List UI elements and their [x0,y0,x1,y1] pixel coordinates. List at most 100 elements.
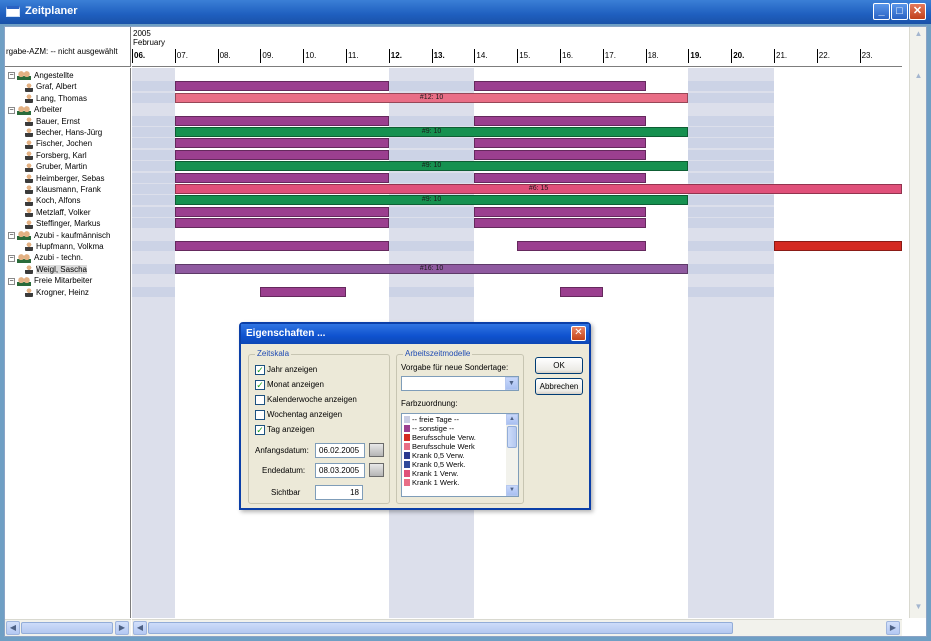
bar-label: #9: 10 [421,128,442,135]
schedule-bar[interactable] [474,218,646,229]
collapse-icon[interactable]: − [8,72,15,80]
weekend-cell [388,149,432,160]
schedule-bar[interactable] [560,286,603,297]
schedule-bar[interactable] [474,81,646,92]
tree-person-item[interactable]: Klausmann, Frank [25,184,101,195]
color-list-item[interactable]: -- sonstige -- [404,425,454,433]
scroll-down-icon[interactable]: ▼ [912,602,925,615]
tree-horizontal-scrollbar[interactable]: ◀ ▶ [5,619,131,636]
tree-person-item[interactable]: Forsberg, Karl [25,150,87,161]
ok-button[interactable]: OK [535,357,583,374]
color-list-item[interactable]: Berufsschule Werk [404,443,475,451]
tree-person-item[interactable]: Metzlaff, Volker [25,207,91,218]
list-scroll-thumb[interactable] [507,426,517,448]
tree-group-item[interactable]: − Azubi - kaufmännisch [8,230,110,241]
tree-person-item[interactable]: Lang, Thomas [25,93,87,104]
schedule-bar[interactable] [174,172,389,183]
weekend-cell [731,115,774,126]
schedule-bar[interactable] [174,115,389,126]
cancel-button[interactable]: Abbrechen [535,378,583,395]
color-list-item[interactable]: Berufsschule Verw. [404,434,476,442]
vertical-scrollbar[interactable]: ▲ ▲ ▼ [909,27,926,618]
grid-scroll-left-icon[interactable]: ◀ [133,621,147,635]
schedule-bar[interactable] [474,115,646,126]
grid-scroll-right-icon[interactable]: ▶ [886,621,900,635]
tree-person-item[interactable]: Fischer, Jochen [25,138,92,149]
jahr-checkbox[interactable]: ✓ Jahr anzeigen [255,365,317,375]
tree-item-label: Becher, Hans-Jürg [36,128,103,137]
kalenderwoche-checkbox[interactable]: Kalenderwoche anzeigen [255,395,357,405]
color-list-item[interactable]: -- freie Tage -- [404,416,459,424]
scroll-thumb[interactable] [21,622,113,634]
monat-checkbox[interactable]: ✓ Monat anzeigen [255,380,324,390]
tree-person-item[interactable]: Heimberger, Sebas [25,173,104,184]
close-button[interactable]: ✕ [909,3,926,20]
day-label: 19. [690,51,702,60]
schedule-bar[interactable] [474,206,646,217]
chevron-down-icon[interactable]: ▼ [505,377,518,390]
day-label: 09. [262,51,274,60]
tree-person-item[interactable]: Hupfmann, Volkma [25,241,104,252]
employee-tree[interactable]: − Angestellte Graf, Albert Lang, Thomas − Arb… [5,68,131,618]
scroll-up-icon[interactable]: ▲ [912,29,925,42]
list-scrollbar[interactable]: ▲ ▼ [506,414,518,496]
collapse-icon[interactable]: − [8,231,15,239]
tree-person-item[interactable]: Weigl, Sascha [25,264,87,275]
schedule-bar[interactable] [174,241,389,251]
schedule-bar[interactable] [774,241,902,251]
tag-checkbox[interactable]: ✓ Tag anzeigen [255,425,315,435]
collapse-icon[interactable]: − [8,254,15,262]
schedule-bar[interactable] [474,149,646,160]
endedatum-input[interactable]: 08.03.2005 [315,463,365,478]
tree-person-item[interactable]: Gruber, Martin [25,161,87,172]
scroll-right-icon[interactable]: ▶ [115,621,129,635]
tree-person-item[interactable]: Becher, Hans-Jürg [25,127,102,138]
schedule-bar[interactable] [174,149,389,160]
day-tick [346,49,347,63]
tree-group-item[interactable]: − Arbeiter [8,104,62,115]
dialog-close-button[interactable]: ✕ [571,326,586,341]
wochentag-checkbox[interactable]: Wochentag anzeigen [255,410,342,420]
tree-group-item[interactable]: − Angestellte [8,70,74,81]
schedule-bar[interactable] [174,138,389,149]
schedule-bar[interactable] [174,218,389,229]
vorgabe-select[interactable]: ▼ [401,376,519,391]
calendar-icon[interactable] [369,443,384,457]
tree-person-item[interactable]: Krogner, Heinz [25,287,89,298]
scroll-left-icon[interactable]: ◀ [6,621,20,635]
grid-scroll-thumb[interactable] [148,622,733,634]
tree-group-item[interactable]: − Freie Mitarbeiter [8,275,92,286]
color-list-item[interactable]: Krank 0,5 Werk. [404,461,466,469]
color-list-item[interactable]: Krank 1 Verw. [404,470,458,478]
tree-item-label: Lang, Thomas [36,93,87,103]
color-list-item[interactable]: Krank 0,5 Verw. [404,452,465,460]
anfangsdatum-input[interactable]: 06.02.2005 [315,443,365,458]
calendar-icon[interactable] [369,463,384,477]
farbzuordnung-list[interactable]: Krank 1 Werk. Krank 1 Verw. Krank 0,5 Werk… [401,413,519,497]
schedule-bar[interactable] [517,241,646,251]
schedule-bar[interactable] [260,286,346,297]
schedule-bar[interactable] [474,138,646,149]
minimize-button[interactable]: _ [873,3,890,20]
person-icon [25,287,33,297]
color-list-item[interactable]: Krank 1 Werk. [404,479,459,487]
maximize-button[interactable]: □ [891,3,908,20]
list-scroll-up-icon[interactable]: ▲ [506,414,518,425]
schedule-bar[interactable] [474,172,646,183]
sichtbar-input[interactable]: 18 [315,485,363,500]
tree-group-item[interactable]: − Azubi - techn. [8,252,83,263]
tree-item-label: Gruber, Martin [36,162,88,172]
collapse-icon[interactable]: − [8,277,15,285]
schedule-bar[interactable] [174,81,389,92]
list-scroll-down-icon[interactable]: ▼ [506,485,518,496]
schedule-bar[interactable] [174,206,389,217]
scroll-up-icon-2[interactable]: ▲ [912,71,925,84]
tree-person-item[interactable]: Graf, Albert [25,81,76,92]
tree-person-item[interactable]: Bauer, Ernst [25,116,80,127]
tree-person-item[interactable]: Steffinger, Markus [25,218,100,229]
tree-person-item[interactable]: Koch, Alfons [25,195,80,206]
tree-item-label: Steffinger, Markus [36,219,101,229]
collapse-icon[interactable]: − [8,106,15,114]
weekend-cell [688,127,732,137]
grid-horizontal-scrollbar[interactable]: ◀ ▶ [132,619,902,636]
